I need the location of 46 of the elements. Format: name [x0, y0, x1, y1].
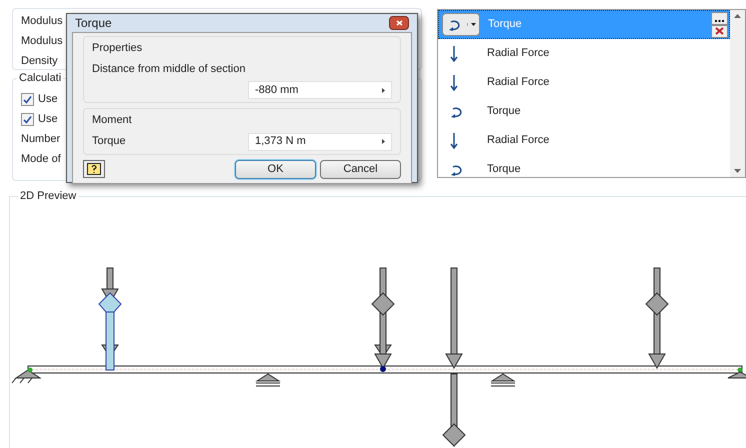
field-label: Modulus [21, 15, 63, 28]
checkbox[interactable] [21, 93, 34, 106]
group-title: Moment [92, 113, 133, 128]
field-label: Distance from middle of section [92, 62, 246, 76]
checkbox[interactable] [21, 113, 34, 126]
load-name: Radial Force [486, 133, 550, 148]
load-type-dropdown[interactable] [442, 13, 480, 36]
field-label: Mode of [21, 153, 61, 166]
load-name: Radial Force [486, 75, 550, 90]
right-arrow-icon[interactable] [382, 139, 385, 144]
scroll-down-icon[interactable] [734, 169, 741, 173]
close-icon [715, 27, 724, 35]
help-icon [87, 163, 101, 175]
load-name: Torque [486, 162, 522, 178]
load-list-item[interactable]: Radial Force [438, 126, 730, 155]
scroll-up-icon[interactable] [734, 14, 741, 18]
dropdown-caret-icon [467, 23, 479, 26]
value-field[interactable]: -880 mm [248, 81, 392, 99]
field-label: Number [21, 133, 60, 146]
field-label: Modulus [21, 35, 63, 48]
scrollbar[interactable] [730, 10, 745, 177]
down-arrow-icon [449, 44, 459, 62]
dialog-title: Torque [75, 15, 112, 32]
field-label: Torque [92, 134, 126, 150]
load-name: Torque [486, 104, 522, 120]
dialog-button[interactable]: OK [235, 160, 316, 178]
help-button[interactable] [83, 160, 105, 178]
checkbox-label: Use [38, 93, 58, 106]
more-button[interactable] [711, 12, 728, 24]
value-field[interactable]: 1,373 N m [248, 132, 392, 150]
load-name: Radial Force [486, 46, 550, 62]
load-list-item[interactable]: Torque [438, 155, 730, 184]
load-list-item[interactable]: Torque [438, 97, 730, 126]
close-icon [396, 20, 402, 26]
down-arrow-icon [449, 132, 459, 150]
checkbox-label: Use [38, 113, 58, 126]
down-arrow-icon [449, 74, 459, 92]
delete-button[interactable] [711, 24, 728, 38]
group-title: Properties [92, 41, 144, 56]
right-arrow-icon[interactable] [382, 88, 385, 92]
close-button[interactable] [389, 16, 409, 30]
dialog-button[interactable]: Cancel [320, 160, 401, 178]
field-label: Density [21, 55, 58, 68]
load-name: Torque [487, 17, 523, 32]
load-list-item[interactable]: Radial Force [438, 39, 730, 68]
load-list-item[interactable]: Radial Force [438, 68, 730, 97]
